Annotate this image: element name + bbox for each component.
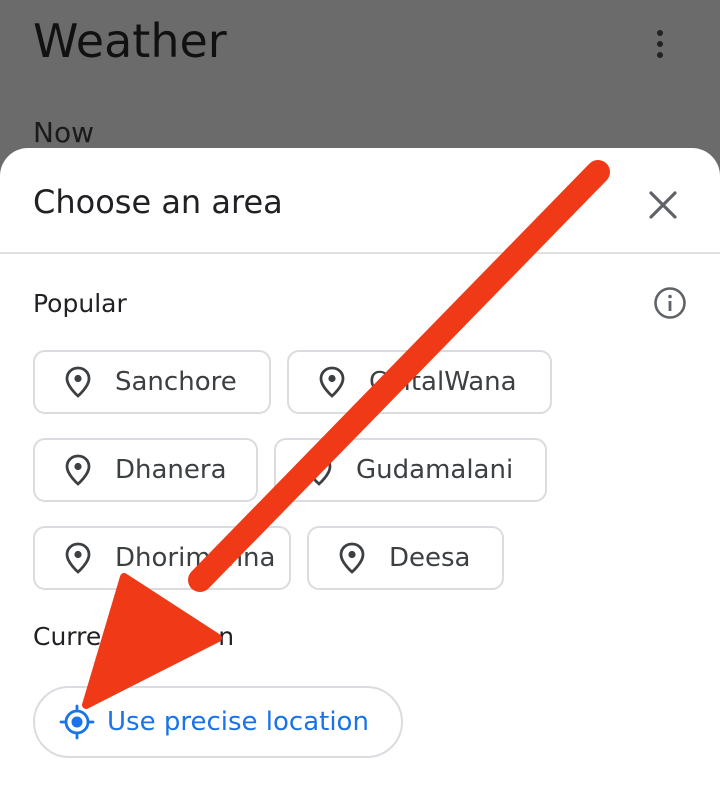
use-precise-location-button[interactable]: Use precise location (33, 686, 403, 758)
area-chip-gudamalani[interactable]: Gudamalani (274, 438, 547, 502)
location-pin-icon (319, 366, 345, 398)
sheet-title: Choose an area (33, 183, 283, 221)
chip-label: Deesa (389, 543, 471, 573)
chip-label: Dhorimanna (115, 543, 276, 573)
area-chip-sanchore[interactable]: Sanchore (33, 350, 271, 414)
use-precise-location-label: Use precise location (107, 707, 369, 737)
location-pin-icon (65, 454, 91, 486)
more-vert-icon[interactable] (648, 26, 672, 62)
divider (0, 252, 720, 254)
location-pin-icon (306, 454, 332, 486)
chip-label: Sanchore (115, 367, 237, 397)
chip-label: Dhanera (115, 455, 227, 485)
area-chip-chitalwana[interactable]: ChitalWana (287, 350, 552, 414)
location-pin-icon (65, 542, 91, 574)
chip-label: Gudamalani (356, 455, 514, 485)
app-title: Weather (33, 14, 227, 68)
location-pin-icon (339, 542, 365, 574)
chip-label: ChitalWana (369, 367, 517, 397)
area-chip-dhorimanna[interactable]: Dhorimanna (33, 526, 291, 590)
close-icon (649, 191, 677, 219)
now-label: Now (33, 116, 94, 149)
current-location-label: Current location (33, 622, 235, 651)
close-button[interactable] (640, 182, 686, 228)
choose-area-sheet: Choose an area Popular Sanchore ChitalWa… (0, 148, 720, 786)
popular-label: Popular (33, 289, 127, 318)
area-chip-dhanera[interactable]: Dhanera (33, 438, 258, 502)
area-chip-deesa[interactable]: Deesa (307, 526, 504, 590)
info-icon[interactable] (653, 286, 687, 320)
gps-target-icon (59, 704, 95, 740)
location-pin-icon (65, 366, 91, 398)
